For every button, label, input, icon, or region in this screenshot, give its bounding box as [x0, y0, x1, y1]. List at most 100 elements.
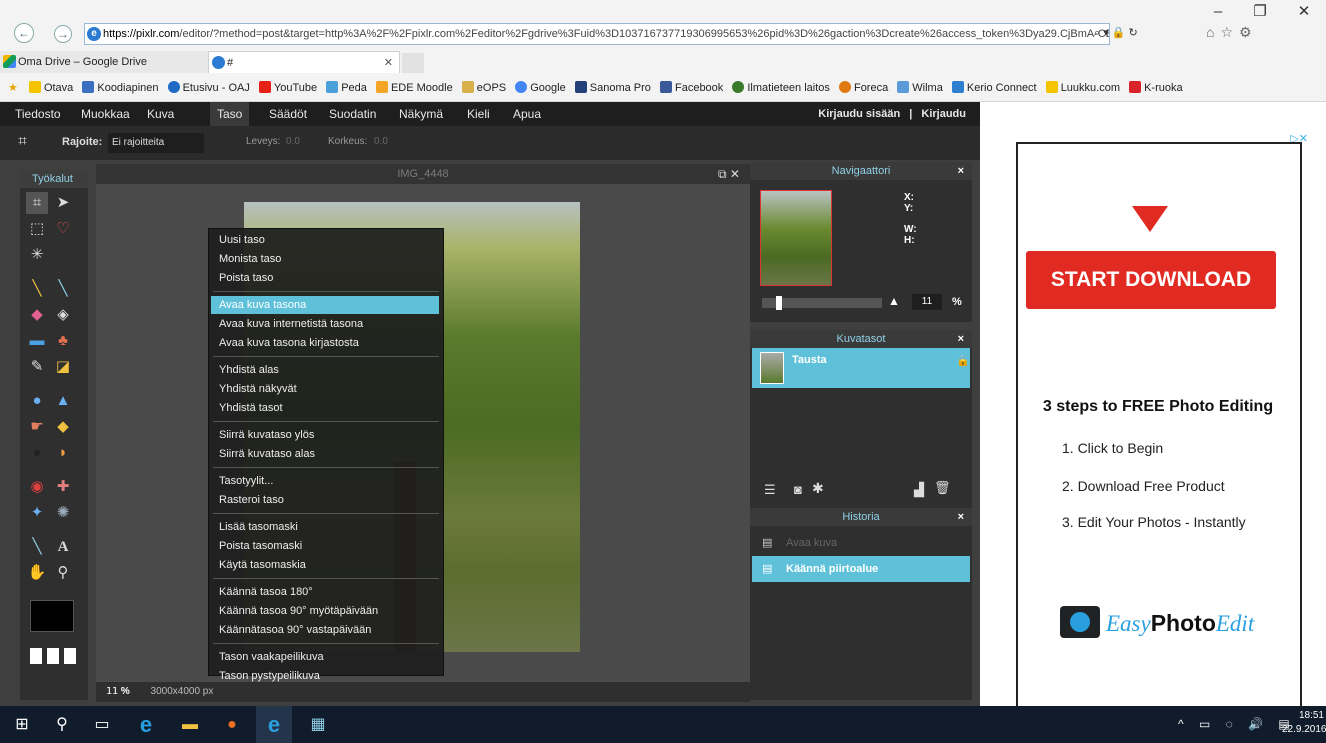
zoom-value[interactable]: 11	[106, 686, 118, 697]
grid-view-icon[interactable]	[30, 640, 76, 664]
fav-item[interactable]: Etusivu - OAJ	[167, 76, 250, 100]
history-item-selected[interactable]: ▤ Käännä piirtoalue	[752, 556, 970, 582]
browser-tools-icons[interactable]: ⌂☆⚙	[1206, 24, 1258, 41]
clock[interactable]: 18:51 22.9.2016	[1282, 709, 1326, 737]
address-tools[interactable]: ⌕ ▾ 🔒 ↻	[1094, 26, 1138, 40]
dropdown-item[interactable]: Lisää tasomaski	[211, 518, 439, 536]
lasso-icon[interactable]: ♡	[52, 218, 74, 240]
dropdown-item[interactable]: Avaa kuva tasona kirjastosta	[211, 334, 439, 352]
dropdown-item[interactable]: Rasteroi taso	[211, 491, 439, 509]
ad-banner[interactable]: ▷✕ START DOWNLOAD 3 steps to FREE Photo …	[1004, 128, 1312, 708]
fav-item[interactable]: eOPS	[461, 76, 506, 100]
firefox-icon[interactable]: ●	[214, 706, 250, 743]
wand-icon[interactable]: ✳	[26, 244, 48, 266]
menu-tiedosto[interactable]: Tiedosto	[8, 102, 68, 126]
new-tab-button[interactable]	[402, 53, 424, 73]
dropdown-item[interactable]: Tason pystypeilikuva	[211, 667, 439, 685]
favorites-star-icon[interactable]: ★	[8, 76, 18, 100]
menu-taso[interactable]: Taso	[210, 102, 250, 126]
menu-kuva[interactable]: Kuva	[140, 102, 181, 126]
fav-item[interactable]: Foreca	[838, 76, 888, 100]
nav-zoom-input[interactable]: 11	[912, 294, 942, 310]
dropdown-item[interactable]: Käytä tasomaskia	[211, 556, 439, 574]
close-layers-icon[interactable]: ×	[958, 330, 964, 348]
pencil-icon[interactable]: ╲	[26, 278, 48, 300]
brush-icon[interactable]: ╲	[52, 278, 74, 300]
eyedropper-icon[interactable]: ╲	[26, 536, 48, 558]
zoom-in-icon[interactable]: ▲	[888, 294, 900, 308]
fav-item[interactable]: K-ruoka	[1129, 76, 1183, 100]
task-view-icon[interactable]: ▭	[84, 706, 120, 743]
sponge-icon[interactable]: ◆	[52, 416, 74, 438]
menu-apua[interactable]: Apua	[506, 102, 548, 126]
signup-link[interactable]: Kirjaudu	[921, 108, 966, 120]
fav-item[interactable]: Luukku.com	[1045, 76, 1120, 100]
start-windows-icon[interactable]: ⊞	[4, 706, 40, 743]
blur-icon[interactable]: ●	[26, 390, 48, 412]
dropdown-item[interactable]: Käännä tasoa 180°	[211, 583, 439, 601]
menu-kieli[interactable]: Kieli	[460, 102, 497, 126]
crop-icon[interactable]: ⌗	[26, 192, 48, 214]
search-icon[interactable]: ⚲	[44, 706, 80, 743]
tab-pixlr[interactable]: # ✕	[208, 51, 400, 73]
fav-item[interactable]: Facebook	[659, 76, 723, 100]
move-icon[interactable]: ➤	[52, 192, 74, 214]
zoom-slider-handle[interactable]	[776, 296, 782, 310]
zoom-slider[interactable]	[762, 296, 882, 310]
fav-item[interactable]: EDE Moodle	[375, 76, 453, 100]
close-navigator-icon[interactable]: ×	[958, 162, 964, 180]
bucket-icon[interactable]: ◈	[52, 304, 74, 326]
layer-mask-icon[interactable]: ◙	[794, 482, 802, 497]
fav-item[interactable]: Google	[515, 76, 566, 100]
dropdown-item[interactable]: Yhdistä alas	[211, 361, 439, 379]
smudge-icon[interactable]: ☛	[26, 416, 48, 438]
history-item[interactable]: ▤ Avaa kuva	[752, 532, 970, 554]
dropdown-item[interactable]: Monista taso	[211, 250, 439, 268]
fav-item[interactable]: Otava	[28, 76, 73, 100]
fav-item[interactable]: Ilmatieteen laitos	[732, 76, 830, 100]
red-eye-icon[interactable]: ◉	[26, 476, 48, 498]
primary-color-swatch[interactable]	[30, 600, 74, 632]
fav-item[interactable]: Koodiapinen	[82, 76, 159, 100]
fav-item[interactable]: Kerio Connect	[951, 76, 1037, 100]
navigator-thumbnail[interactable]	[760, 190, 832, 286]
spot-heal-icon[interactable]: ✚	[52, 476, 74, 498]
dropdown-item[interactable]: Käännätasoa 90° vastapäivään	[211, 621, 439, 639]
dropdown-item[interactable]: Yhdistä tasot	[211, 399, 439, 417]
sharpen-icon[interactable]: ▲	[52, 390, 74, 412]
drawing-icon[interactable]: ◪	[52, 356, 74, 378]
dropdown-item[interactable]: Avaa kuva tasona	[211, 296, 439, 314]
zoom-icon[interactable]: ⚲	[52, 562, 74, 584]
dropdown-item[interactable]: Siirrä kuvataso alas	[211, 445, 439, 463]
internet-explorer-icon[interactable]: e	[256, 706, 292, 743]
back-icon[interactable]: ←	[14, 23, 34, 43]
dropdown-item[interactable]: Poista taso	[211, 269, 439, 287]
canvas-window-controls[interactable]: ⧉ ✕	[718, 164, 740, 184]
fav-item[interactable]: Sanoma Pro	[574, 76, 651, 100]
menu-nakyma[interactable]: Näkymä	[392, 102, 450, 126]
dropdown-item[interactable]: Tasotyylit...	[211, 472, 439, 490]
login-link[interactable]: Kirjaudu sisään	[818, 108, 900, 120]
marquee-icon[interactable]: ⬚	[26, 218, 48, 240]
bloat-icon[interactable]: ✦	[26, 502, 48, 524]
height-input[interactable]: 0.0	[374, 136, 388, 147]
stamp-icon[interactable]: ♣	[52, 330, 74, 352]
system-tray-icons[interactable]: ^ ▭ ◌ 🔊 ▤	[1178, 706, 1296, 743]
menu-muokkaa[interactable]: Muokkaa	[74, 102, 137, 126]
dropdown-item[interactable]: Uusi taso	[211, 231, 439, 249]
layer-row[interactable]: Tausta 🔒	[752, 348, 970, 388]
pinch-icon[interactable]: ✺	[52, 502, 74, 524]
file-explorer-icon[interactable]: ▬	[172, 706, 208, 743]
constraint-select[interactable]: Ei rajoitteita	[108, 133, 204, 153]
hand-icon[interactable]: ✋	[26, 562, 48, 584]
dropdown-item[interactable]: Yhdistä näkyvät	[211, 380, 439, 398]
fav-item[interactable]: YouTube	[258, 76, 317, 100]
dodge-icon[interactable]: ◗	[52, 442, 74, 464]
dropdown-item[interactable]: Siirrä kuvataso ylös	[211, 426, 439, 444]
maximize-button[interactable]: ❐	[1238, 0, 1282, 26]
dropdown-item[interactable]: Poista tasomaski	[211, 537, 439, 555]
edge-icon[interactable]: e	[128, 706, 164, 743]
gradient-icon[interactable]: ▬	[26, 330, 48, 352]
menu-saadot[interactable]: Säädöt	[262, 102, 314, 126]
tab-google-drive[interactable]: Oma Drive – Google Drive	[0, 51, 208, 73]
